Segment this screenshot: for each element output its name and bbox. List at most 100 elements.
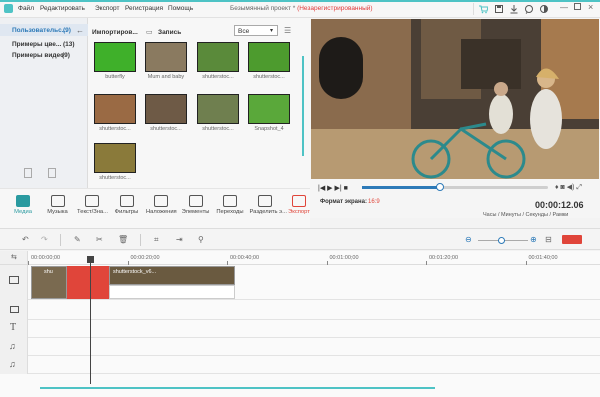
media-thumbnail[interactable] [94,94,136,124]
toolbar-export-button[interactable]: Экспорт [284,195,314,215]
menu-edit[interactable]: Редактировать [40,5,85,12]
fullscreen-icon[interactable]: ⤢ [576,184,582,191]
zoom-handle[interactable] [498,237,505,244]
render-icon[interactable] [562,235,582,244]
play-icon[interactable]: ▶ [327,185,332,192]
thumbnail-label: butterfly [105,74,125,80]
ruler-tick-label: 00:01:20;00 [429,255,459,261]
toolbar-music-button[interactable]: Музыка [43,195,73,215]
fit-icon[interactable]: ⊟ [545,235,552,244]
arrow-left-icon[interactable]: ← [76,26,84,35]
toolbar-elements-button[interactable]: Элементы [181,195,211,215]
timeline-ruler[interactable]: 00:00:00;00 00:00:20;00 00:00:40;00 00:01:0… [28,251,600,265]
detach-icon[interactable]: ⇥ [176,235,183,244]
export-icon [292,195,306,207]
media-thumbnail[interactable] [197,94,239,124]
toolbar-label: Медиа [14,209,32,215]
download-icon[interactable] [509,4,519,14]
theme-icon[interactable] [539,4,549,14]
toolbar-label: Фильтры [114,209,139,215]
camera-icon[interactable]: ◙ [561,184,565,191]
time-format-label: Часы / Минуты / Секунды / Рамки [483,212,569,218]
aspect-value[interactable]: 16:9 [368,199,380,205]
playback-slider[interactable] [362,183,548,191]
menu-help[interactable]: Помощь [168,5,193,12]
media-thumbnail[interactable] [197,42,239,72]
edit-pencil-icon[interactable]: ✎ [74,235,81,244]
timeline-clip-2[interactable]: shutterstock_v6... [109,266,235,285]
media-thumbnail[interactable] [145,94,187,124]
clip-label-2: shutterstock_v6... [113,269,157,275]
media-thumbnail[interactable] [94,42,136,72]
toolbar-transition-button[interactable]: Переходы [215,195,245,215]
ruler-tick-label: 00:01:00;00 [329,255,359,261]
microphone-icon[interactable]: ♦ [555,184,559,191]
playhead-handle[interactable] [87,256,94,263]
zoom-slider[interactable] [478,237,528,244]
media-thumbnail[interactable] [94,143,136,173]
volume-icon[interactable]: ◀) [567,184,575,191]
minimize-icon[interactable]: — [560,3,568,12]
cut-icon[interactable]: ✂ [96,235,103,244]
unregistered-label: (Незарегистрированный) [297,5,373,12]
save-icon[interactable] [494,4,504,14]
aspect-label: Формат экрана: [320,199,367,205]
video-preview[interactable] [311,19,599,179]
timeline-clip[interactable]: shu [31,266,67,299]
zoom-in-icon[interactable]: ⊕ [530,235,537,244]
music-track-icon: ♫ [9,341,16,351]
zoom-out-icon[interactable]: ⊖ [465,235,472,244]
window-title: Безымянный проект * (Незарегистрированны… [230,5,373,12]
project-title: Безымянный проект * [230,5,296,12]
menu-register[interactable]: Регистрация [125,5,163,12]
crop-icon[interactable]: ⌗ [154,235,159,245]
sidebar-item-color-count: (13) [63,41,75,48]
overlay-icon [154,195,168,207]
toolbar-filter-button[interactable]: Фильтры [112,195,142,215]
track-manager-icon[interactable]: ⇆ [11,253,17,261]
media-scrollbar[interactable] [302,56,304,156]
menu-file[interactable]: Файл [18,5,34,12]
stop-icon[interactable]: ■ [344,185,348,192]
audio-waveform [109,285,235,299]
zoom-icon[interactable]: ⚲ [198,235,204,244]
new-folder-icon[interactable] [24,168,32,178]
toolbar-split-screen-button[interactable]: Разделить э... [250,195,287,215]
undo-icon[interactable]: ↶ [22,235,29,244]
current-time: 00:00:12.06 [535,200,584,210]
close-icon[interactable]: × [588,2,593,12]
media-thumbnail[interactable] [248,42,290,72]
ruler-tick-label: 00:01:40;00 [528,255,558,261]
selected-clip[interactable] [67,266,109,299]
chat-icon[interactable] [524,4,534,14]
player-right-controls: ♦ ◙ ◀) ⤢ [555,183,582,192]
forward-icon[interactable]: ▶| [335,185,342,192]
filter-icon [119,195,134,207]
rewind-icon[interactable]: |◀ [318,185,325,192]
media-thumbnail[interactable] [248,94,290,124]
media-thumbnail[interactable] [145,42,187,72]
ruler-tick-label: 00:00:00;00 [31,255,61,261]
transition-icon [223,195,237,207]
app-logo [4,4,13,13]
playhead[interactable] [87,256,94,384]
sidebar-item-user-label[interactable]: Пользовательс... [12,27,67,34]
split-screen-icon [257,195,272,207]
maximize-icon[interactable] [574,3,581,10]
toolbar-text-button[interactable]: Текст/Зна... [77,195,108,215]
delete-folder-icon[interactable] [48,168,56,178]
redo-icon[interactable]: ↷ [41,235,48,244]
sidebar-item-video-samples[interactable]: Примеры видео [12,52,64,59]
media-library: Импортиров... ▭ Запись Все ▾ ☰ butterfly… [88,18,310,188]
toolbar-overlay-button[interactable]: Наложения [146,195,177,215]
menu-export[interactable]: Экспорт [95,5,119,12]
toolbar-media-button[interactable]: Медиа [8,195,38,215]
divider-2 [140,234,141,246]
video-track-head [0,265,28,300]
sidebar-item-color-samples[interactable]: Примеры цве... [12,41,61,48]
cart-icon[interactable] [478,4,489,14]
delete-icon[interactable]: 🗑 [118,235,128,244]
thumbnail-label: Snapshot_4 [254,126,284,132]
video-track-icon [9,276,19,284]
timeline-scrollbar[interactable] [40,387,435,389]
